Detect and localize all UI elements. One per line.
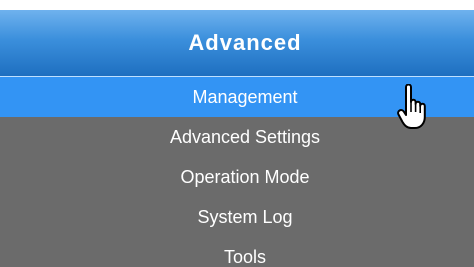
- hand-pointer-icon: [397, 84, 426, 129]
- menu-item-tools[interactable]: Tools: [0, 237, 474, 267]
- menu-item-system-log[interactable]: System Log: [0, 197, 474, 237]
- menu-item-operation-mode[interactable]: Operation Mode: [0, 157, 474, 197]
- advanced-menu-panel: Advanced Management Advanced Settings Op…: [0, 10, 474, 267]
- menu-header-title[interactable]: Advanced: [0, 10, 474, 76]
